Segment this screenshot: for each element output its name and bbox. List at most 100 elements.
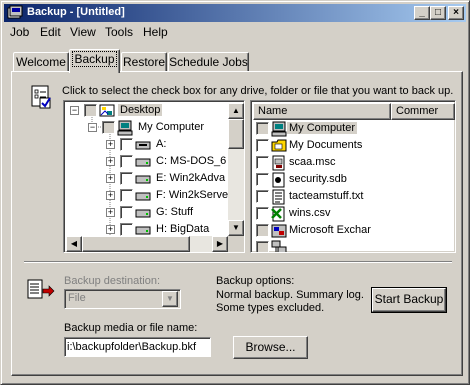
checkbox[interactable] — [256, 224, 269, 237]
checkbox[interactable] — [102, 121, 115, 134]
tree-item-desktop[interactable]: − Desktop — [66, 103, 228, 120]
dropdown-arrow-icon[interactable]: ▼ — [162, 291, 178, 307]
column-header-comment[interactable]: Commer — [391, 103, 455, 120]
scroll-up-icon[interactable]: ▲ — [228, 103, 244, 119]
folder-icon — [271, 139, 287, 152]
tree-item-drive-f[interactable]: + F: Win2kServe — [66, 188, 228, 205]
tab-backup[interactable]: Backup — [69, 49, 120, 73]
expand-icon[interactable]: + — [106, 157, 115, 166]
expand-icon[interactable]: + — [106, 225, 115, 234]
tab-schedule-jobs[interactable]: Schedule Jobs — [168, 52, 249, 72]
list-item-network[interactable] — [253, 240, 453, 252]
menu-bar: Job Edit View Tools Help — [4, 23, 466, 41]
checkbox[interactable] — [120, 155, 133, 168]
scroll-corner — [228, 236, 244, 252]
start-backup-button[interactable]: Start Backup — [371, 287, 447, 313]
checklist-icon — [31, 85, 51, 109]
scroll-left-icon[interactable]: ◀ — [66, 236, 82, 252]
tree-label-drive-e: E: Win2kAdva — [156, 172, 226, 184]
list-item-microsoft-exchange[interactable]: Microsoft Exchar — [253, 223, 453, 240]
tab-restore[interactable]: Restore — [121, 52, 167, 72]
minimize-button[interactable]: _ — [414, 6, 430, 20]
list-label-microsoft-exchange: Microsoft Exchar — [289, 224, 371, 236]
checkbox[interactable] — [120, 138, 133, 151]
checkbox[interactable] — [256, 156, 269, 169]
browse-button[interactable]: Browse... — [233, 336, 308, 359]
tree-label-drive-g: G: Stuff — [156, 206, 194, 218]
collapse-icon[interactable]: − — [88, 123, 97, 132]
tree-item-drive-g[interactable]: + G: Stuff — [66, 205, 228, 222]
text-file-icon — [272, 189, 285, 205]
menu-edit[interactable]: Edit — [40, 25, 61, 39]
checkbox[interactable] — [84, 104, 97, 117]
sdb-file-icon — [272, 172, 285, 188]
list-item-scaa-msc[interactable]: scaa.msc — [253, 155, 453, 172]
column-header-name[interactable]: Name — [253, 103, 391, 120]
scroll-thumb[interactable] — [228, 119, 244, 149]
scroll-down-icon[interactable]: ▼ — [228, 220, 244, 236]
backup-destination-label: Backup destination: — [64, 275, 161, 287]
tree-item-my-computer[interactable]: − My Computer — [66, 120, 228, 137]
expand-icon[interactable]: + — [106, 191, 115, 200]
tree-item-drive-e[interactable]: + E: Win2kAdva — [66, 171, 228, 188]
title-bar[interactable]: Backup - [Untitled] _ □ × — [4, 4, 466, 22]
expand-icon[interactable]: + — [106, 174, 115, 183]
list-label-my-documents: My Documents — [289, 139, 363, 151]
tree-item-drive-h[interactable]: + H: BigData — [66, 222, 228, 236]
tab-welcome[interactable]: Welcome — [13, 52, 69, 72]
folder-tree[interactable]: − Desktop − My Computer + A: + C: MS-DOS… — [63, 100, 245, 253]
list-item-my-computer[interactable]: My Computer — [253, 121, 453, 138]
computer-icon — [271, 121, 287, 137]
exchange-icon — [271, 224, 287, 238]
checkbox[interactable] — [256, 173, 269, 186]
maximize-button[interactable]: □ — [430, 6, 446, 20]
file-list[interactable]: Name Commer My Computer My Documents sca… — [250, 100, 456, 253]
checkbox[interactable] — [256, 207, 269, 220]
tree-vertical-scrollbar[interactable]: ▲ ▼ — [228, 103, 244, 236]
hard-drive-icon — [135, 175, 151, 184]
backup-destination-select[interactable]: File ▼ — [64, 289, 181, 309]
tree-item-drive-a[interactable]: + A: — [66, 137, 228, 154]
checkbox[interactable] — [120, 189, 133, 202]
checkbox[interactable] — [120, 206, 133, 219]
window-title: Backup - [Untitled] — [27, 6, 125, 18]
menu-tools[interactable]: Tools — [105, 25, 133, 39]
tree-item-drive-c[interactable]: + C: MS-DOS_6 — [66, 154, 228, 171]
menu-job[interactable]: Job — [10, 25, 29, 39]
expand-icon[interactable]: + — [106, 208, 115, 217]
menu-view[interactable]: View — [70, 25, 96, 39]
checkbox[interactable] — [256, 122, 269, 135]
checkbox[interactable] — [256, 139, 269, 152]
menu-help[interactable]: Help — [143, 25, 168, 39]
checkbox[interactable] — [120, 172, 133, 185]
tree-horizontal-scrollbar[interactable]: ◀ ▶ — [66, 236, 228, 252]
tree-label-desktop: Desktop — [118, 104, 163, 116]
backup-tab-panel: Click to select the check box for any dr… — [11, 71, 463, 376]
scroll-right-icon[interactable]: ▶ — [212, 236, 228, 252]
tree-label-my-computer: My Computer — [138, 121, 205, 133]
desktop-icon — [99, 104, 115, 117]
scroll-thumb[interactable] — [82, 236, 190, 252]
checkbox[interactable] — [120, 223, 133, 236]
list-label-wins-csv: wins.csv — [289, 207, 331, 219]
checkbox[interactable] — [256, 190, 269, 203]
list-item-tacteamstuff-txt[interactable]: tacteamstuff.txt — [253, 189, 453, 206]
network-icon — [271, 240, 287, 252]
list-item-wins-csv[interactable]: wins.csv — [253, 206, 453, 223]
tree-label-drive-f: F: Win2kServe — [156, 189, 228, 201]
list-label-my-computer: My Computer — [287, 122, 358, 134]
backup-window: Backup - [Untitled] _ □ × Job Edit View … — [0, 0, 470, 385]
maximize-icon: □ — [434, 7, 442, 18]
separator — [24, 261, 452, 263]
backup-options-line2: Some types excluded. — [216, 302, 325, 314]
tree-content: − Desktop − My Computer + A: + C: MS-DOS… — [66, 103, 228, 236]
backup-app-icon — [7, 5, 23, 19]
hard-drive-icon — [135, 209, 151, 218]
expand-icon[interactable]: + — [106, 140, 115, 149]
collapse-icon[interactable]: − — [70, 106, 79, 115]
list-item-security-sdb[interactable]: security.sdb — [253, 172, 453, 189]
checkbox[interactable] — [256, 241, 269, 252]
close-button[interactable]: × — [448, 6, 464, 20]
backup-media-input[interactable] — [64, 337, 211, 357]
list-item-my-documents[interactable]: My Documents — [253, 138, 453, 155]
